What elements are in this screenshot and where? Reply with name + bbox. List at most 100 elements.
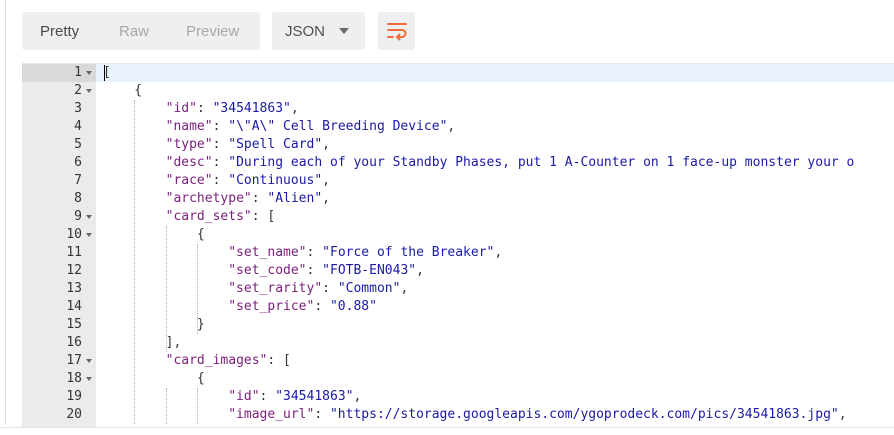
json-punctuation: } [103,317,205,332]
raw-tab[interactable]: Raw [119,23,149,40]
json-punctuation: : [212,155,229,170]
line-number: 2 [74,83,82,98]
code-line[interactable]: 11 "set_name": "Force of the Breaker", [22,244,894,262]
json-punctuation [103,353,166,368]
json-punctuation: , [353,389,362,404]
json-punctuation: , [838,407,847,422]
code-text: "image_url": "https://storage.googleapis… [103,406,847,424]
wrap-lines-icon [387,23,407,41]
line-number: 4 [74,119,82,134]
wrap-lines-button[interactable] [378,12,415,50]
code-text: "archetype": "Alien", [103,190,330,208]
json-punctuation [103,281,228,296]
fold-toggle-icon[interactable] [86,89,92,93]
code-line[interactable]: 15 } [22,316,894,334]
code-line[interactable]: 8 "archetype": "Alien", [22,190,894,208]
format-select[interactable]: JSON [272,12,365,50]
code-line[interactable]: 12 "set_code": "FOTB-EN043", [22,262,894,280]
code-text: "set_code": "FOTB-EN043", [103,262,424,280]
json-key: "set_code" [228,263,307,278]
json-punctuation [103,101,166,116]
fold-toggle-icon[interactable] [86,359,92,363]
view-mode-switcher: Pretty Raw Preview [22,12,260,50]
code-line[interactable]: 7 "race": "Continuous", [22,172,894,190]
json-punctuation [103,155,166,170]
code-line[interactable]: 18 { [22,370,894,388]
json-key: "card_sets" [165,209,252,224]
line-number: 1 [74,65,82,80]
line-number: 6 [74,155,82,170]
json-punctuation: , [322,137,330,152]
chevron-down-icon [339,28,349,34]
code-line[interactable]: 4 "name": "\"A\" Cell Breeding Device", [22,118,894,136]
code-line[interactable]: 6 "desc": "During each of your Standby P… [22,154,894,172]
json-punctuation: { [103,227,205,242]
json-key: "card_images" [165,353,268,368]
json-response-editor[interactable]: 1[2 {3 "id": "34541863", 4 "name": "\"A\"… [22,63,894,428]
json-punctuation: : [212,119,229,134]
json-punctuation: : [322,281,338,296]
code-text: "id": "34541863", [103,388,361,406]
left-divider [5,0,6,425]
code-line[interactable]: 13 "set_rarity": "Common", [22,280,894,298]
code-text: ], [103,334,182,352]
json-punctuation: , [322,191,330,206]
code-text: { [103,82,142,100]
line-number: 12 [66,263,82,278]
json-string: "https://storage.googleapis.com/ygoprode… [329,407,839,422]
code-line[interactable]: 14 "set_price": "0.88" [22,298,894,316]
json-punctuation [103,137,166,152]
line-number: 16 [66,335,82,350]
json-punctuation: : [259,389,276,404]
json-punctuation: : [306,245,323,260]
code-text: "card_sets": [ [103,208,276,226]
json-punctuation: , [416,263,424,278]
line-number: 14 [66,299,82,314]
code-line[interactable]: 9 "card_sets": [ [22,208,894,226]
json-punctuation: : [212,173,229,188]
json-key: "id" [228,389,260,404]
json-string: "Spell Card" [228,137,323,152]
code-line[interactable]: 16 ], [22,334,894,352]
code-text: "name": "\"A\" Cell Breeding Device", [103,118,456,136]
line-number: 11 [66,245,82,260]
json-punctuation: ], [103,335,182,350]
code-line[interactable]: 17 "card_images": [ [22,352,894,370]
code-line[interactable]: 3 "id": "34541863", [22,100,894,118]
json-key: "archetype" [165,191,252,206]
json-string: "Alien" [267,191,323,206]
fold-toggle-icon[interactable] [86,71,92,75]
code-line[interactable]: 1[ [22,64,894,82]
json-punctuation [103,263,228,278]
code-line[interactable]: 20 "image_url": "https://storage.googlea… [22,406,894,424]
code-line[interactable]: 19 "id": "34541863", [22,388,894,406]
json-punctuation: : [251,191,268,206]
json-string: "\"A\" Cell Breeding Device" [228,119,448,134]
format-select-value: JSON [285,23,326,40]
json-string: "Force of the Breaker" [322,245,495,260]
pretty-tab[interactable]: Pretty [40,23,79,40]
code-line[interactable]: 10 { [22,226,894,244]
json-key: "type" [165,137,213,152]
json-punctuation [103,209,166,224]
json-punctuation: : [306,263,323,278]
json-punctuation: , [494,245,503,260]
code-text: } [103,316,205,334]
json-key: "set_price" [228,299,315,314]
json-key: "set_rarity" [228,281,323,296]
bottom-divider [0,427,894,428]
fold-toggle-icon[interactable] [86,215,92,219]
fold-toggle-icon[interactable] [86,233,92,237]
code-text: "set_name": "Force of the Breaker", [103,244,502,262]
json-key: "set_name" [228,245,307,260]
code-line[interactable]: 5 "type": "Spell Card", [22,136,894,154]
code-line[interactable]: 2 { [22,82,894,100]
json-key: "name" [165,119,213,134]
line-number: 10 [66,227,82,242]
preview-tab[interactable]: Preview [186,23,239,40]
line-number: 7 [74,173,82,188]
json-punctuation [103,119,166,134]
json-punctuation: : [314,407,330,422]
fold-toggle-icon[interactable] [86,377,92,381]
json-punctuation [103,389,228,404]
